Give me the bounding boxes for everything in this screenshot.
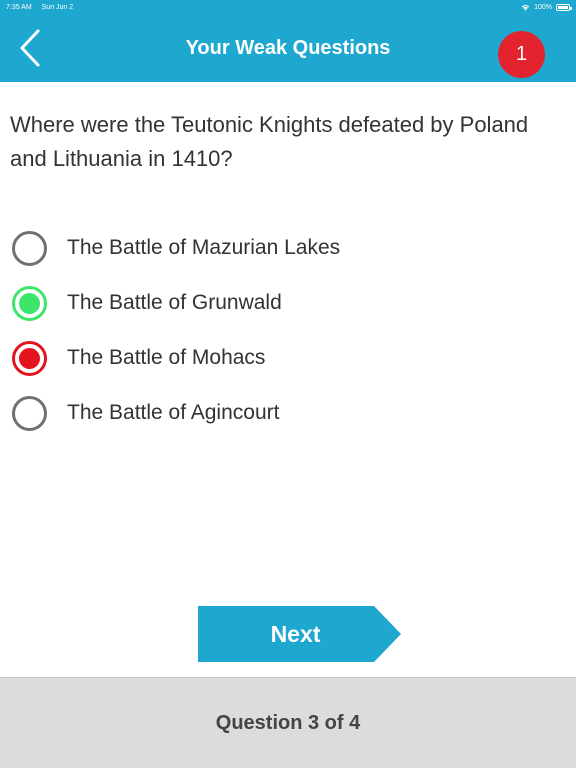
nav-bar: Your Weak Questions 1 (0, 14, 576, 82)
radio-correct-icon (12, 285, 47, 321)
footer: Question 3 of 4 (0, 677, 576, 768)
radio-unselected-icon (12, 395, 47, 431)
question-text: Where were the Teutonic Knights defeated… (10, 112, 529, 171)
status-right: 100% (521, 3, 572, 11)
status-left: 7:35 AM Sun Jun 2 (6, 4, 81, 11)
radio-unselected-icon (12, 230, 47, 266)
next-button-label: Next (270, 620, 321, 647)
answer-label: The Battle of Agincourt (67, 401, 280, 424)
radio-wrong-icon (12, 340, 47, 376)
question-progress: Question 3 of 4 (215, 711, 361, 734)
wifi-icon (521, 4, 530, 10)
answer-label: The Battle of Grunwald (67, 291, 282, 314)
answer-option-1[interactable]: The Battle of Mazurian Lakes (12, 228, 552, 268)
status-date: Sun Jun 2 (41, 3, 74, 11)
battery-icon (556, 3, 572, 11)
answer-label: The Battle of Mazurian Lakes (67, 236, 341, 259)
status-bar: 7:35 AM Sun Jun 2 100% (0, 0, 576, 14)
answer-label: The Battle of Mohacs (67, 346, 266, 369)
next-button[interactable]: Next (198, 606, 401, 662)
status-time: 7:35 AM (6, 3, 32, 11)
weak-count-badge[interactable]: 1 (498, 31, 545, 78)
battery-percent: 100% (534, 3, 552, 11)
answer-option-4[interactable]: The Battle of Agincourt (12, 393, 552, 433)
answer-option-3[interactable]: The Battle of Mohacs (12, 338, 552, 378)
answer-option-2[interactable]: The Battle of Grunwald (12, 283, 552, 323)
page-title: Your Weak Questions (185, 36, 391, 59)
